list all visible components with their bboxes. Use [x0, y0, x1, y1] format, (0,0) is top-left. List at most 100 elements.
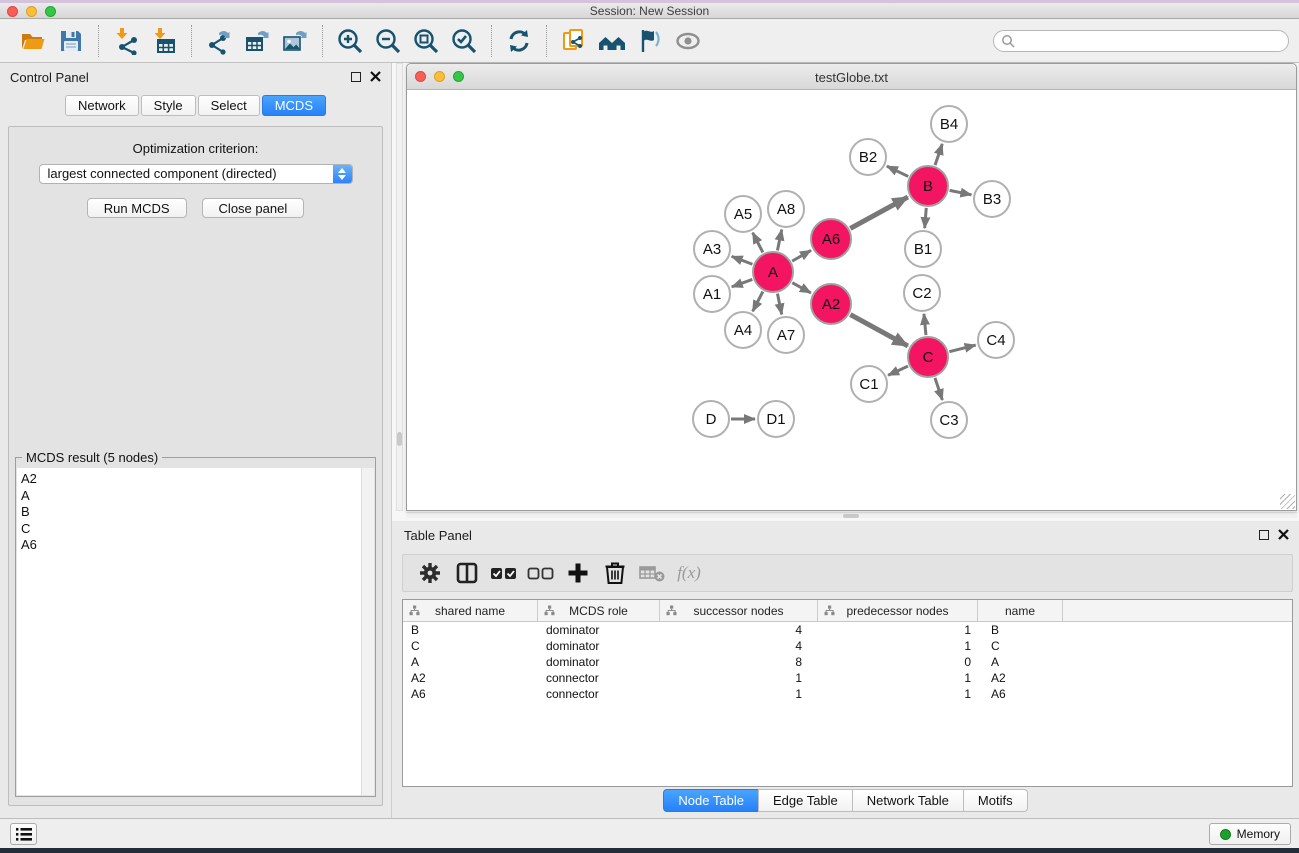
tab-edge-table[interactable]: Edge Table [758, 789, 852, 812]
table-cell[interactable]: A [403, 654, 538, 670]
criterion-select[interactable]: largest connected component (directed) [39, 164, 353, 184]
zoom-selected-icon[interactable] [448, 25, 480, 57]
graph-edge-A-A1[interactable] [732, 279, 753, 286]
export-network-icon[interactable] [203, 25, 235, 57]
export-table-icon[interactable] [241, 25, 273, 57]
task-history-button[interactable] [10, 823, 37, 845]
table-row[interactable]: Cdominator41C [403, 638, 1292, 654]
tab-network-table[interactable]: Network Table [852, 789, 963, 812]
graph-edge-B-B2[interactable] [887, 166, 908, 176]
mcds-result-list[interactable]: A2ABCA6 [17, 468, 374, 795]
graph-edge-A-A4[interactable] [753, 292, 763, 312]
graph-edge-A-A3[interactable] [732, 256, 753, 264]
table-cell[interactable]: A [978, 654, 1063, 670]
table-cell[interactable]: 4 [660, 622, 818, 638]
table-cell[interactable]: 4 [660, 638, 818, 654]
table-cell[interactable]: A2 [403, 670, 538, 686]
delete-columns-icon[interactable] [598, 558, 632, 588]
result-item[interactable]: A2 [17, 468, 374, 488]
table-cell[interactable]: C [403, 638, 538, 654]
graph-edge-B-B3[interactable] [950, 190, 972, 194]
result-item[interactable]: B [17, 504, 374, 521]
table-cell[interactable]: B [403, 622, 538, 638]
table-cell[interactable]: 0 [818, 654, 978, 670]
float-table-panel-icon[interactable] [1259, 530, 1269, 540]
export-image-icon[interactable] [279, 25, 311, 57]
tab-select[interactable]: Select [198, 95, 260, 116]
table-row[interactable]: Adominator80A [403, 654, 1292, 670]
graph-edge-A-A5[interactable] [753, 233, 763, 253]
table-cell[interactable]: A6 [403, 686, 538, 702]
table-cell[interactable]: dominator [538, 638, 660, 654]
toggle-column-view-icon[interactable] [450, 558, 484, 588]
tab-style[interactable]: Style [141, 95, 196, 116]
search-input[interactable] [1015, 34, 1288, 48]
graph-node-C[interactable]: C [907, 336, 949, 378]
table-cell[interactable]: connector [538, 686, 660, 702]
graph-edge-C-C4[interactable] [949, 345, 975, 352]
refresh-icon[interactable] [503, 25, 535, 57]
import-table-icon[interactable] [148, 25, 180, 57]
close-table-panel-icon[interactable] [1278, 529, 1289, 540]
window-resize-grip[interactable] [1280, 494, 1295, 509]
tab-network[interactable]: Network [65, 95, 139, 116]
graph-edge-C-C2[interactable] [924, 314, 926, 335]
close-panel-icon[interactable] [370, 71, 381, 82]
table-row[interactable]: A2connector11A2 [403, 670, 1292, 686]
select-all-columns-icon[interactable] [487, 558, 521, 588]
graph-node-D1[interactable]: D1 [757, 400, 795, 438]
graph-edge-B-B1[interactable] [925, 208, 927, 228]
search-field[interactable] [993, 30, 1289, 52]
show-graphics-details-icon[interactable] [672, 25, 704, 57]
column-header-predecessor-nodes[interactable]: predecessor nodes [818, 600, 978, 621]
graph-node-A7[interactable]: A7 [767, 316, 805, 354]
open-file-icon[interactable] [17, 25, 49, 57]
table-cell[interactable]: dominator [538, 654, 660, 670]
table-cell[interactable]: 1 [818, 638, 978, 654]
network-canvas[interactable]: AA1A2A3A4A5A6A7A8BB1B2B3B4CC1C2C3C4DD1 [407, 90, 1296, 510]
tab-mcds[interactable]: MCDS [262, 95, 326, 116]
graph-edge-A-A7[interactable] [777, 294, 781, 315]
result-item[interactable]: A [17, 488, 374, 505]
table-cell[interactable]: 1 [818, 622, 978, 638]
graph-node-C2[interactable]: C2 [903, 274, 941, 312]
graph-node-A[interactable]: A [752, 251, 794, 293]
result-item[interactable]: C [17, 521, 374, 538]
delete-table-icon[interactable] [635, 558, 669, 588]
table-cell[interactable]: 1 [818, 670, 978, 686]
graph-node-B[interactable]: B [907, 165, 949, 207]
birds-eye-view-icon[interactable] [596, 25, 628, 57]
table-cell[interactable]: dominator [538, 622, 660, 638]
float-panel-icon[interactable] [351, 72, 361, 82]
table-cell[interactable]: 1 [660, 670, 818, 686]
graph-node-B2[interactable]: B2 [849, 138, 887, 176]
graph-node-D[interactable]: D [692, 400, 730, 438]
tab-motifs[interactable]: Motifs [963, 789, 1028, 812]
zoom-out-icon[interactable] [372, 25, 404, 57]
graph-node-A3[interactable]: A3 [693, 230, 731, 268]
graph-node-A5[interactable]: A5 [724, 195, 762, 233]
desktop-vertical-scrollbar[interactable] [396, 63, 403, 511]
table-row[interactable]: A6connector11A6 [403, 686, 1292, 702]
graph-edge-A-A2[interactable] [792, 283, 811, 293]
hide-flags-icon[interactable] [634, 25, 666, 57]
graph-node-A6[interactable]: A6 [810, 218, 852, 260]
graph-edge-C-C1[interactable] [888, 366, 908, 375]
column-header-shared-name[interactable]: shared name [403, 600, 538, 621]
graph-node-A1[interactable]: A1 [693, 275, 731, 313]
graph-node-A2[interactable]: A2 [810, 283, 852, 325]
graph-edge-A2-C[interactable] [850, 315, 908, 346]
table-cell[interactable]: 1 [818, 686, 978, 702]
graph-node-C1[interactable]: C1 [850, 365, 888, 403]
graph-edge-A6-B[interactable] [850, 197, 908, 228]
tab-node-table[interactable]: Node Table [663, 789, 758, 812]
network-window-titlebar[interactable]: testGlobe.txt [407, 64, 1296, 90]
table-settings-icon[interactable] [413, 558, 447, 588]
column-header-name[interactable]: name [978, 600, 1063, 621]
result-item[interactable]: A6 [17, 537, 374, 554]
graph-edge-A-A8[interactable] [777, 230, 781, 251]
column-header-MCDS-role[interactable]: MCDS role [538, 600, 660, 621]
zoom-in-icon[interactable] [334, 25, 366, 57]
graph-edge-C-C3[interactable] [935, 378, 942, 400]
import-network-icon[interactable] [110, 25, 142, 57]
